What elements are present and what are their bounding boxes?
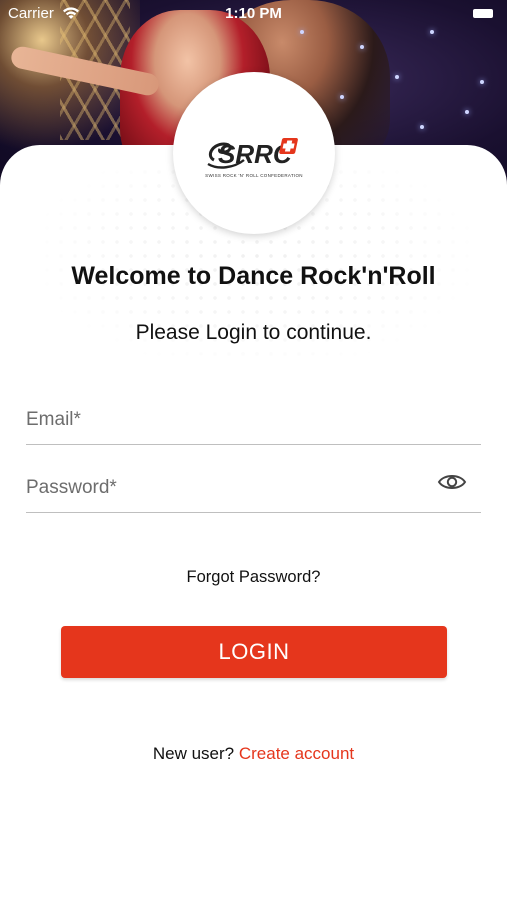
app-logo: SRRC SWISS ROCK 'N' ROLL CONFEDERATION [173,72,335,234]
stage-light-dot [395,75,399,79]
stage-light-dot [360,45,364,49]
eye-icon[interactable] [437,471,467,493]
password-field-container [26,468,481,513]
stage-light-dot [480,80,484,84]
email-field[interactable] [26,400,426,440]
status-bar: Carrier 1:10 PM [0,0,507,28]
stage-light-dot [300,30,304,34]
create-account-link[interactable]: Create account [239,744,354,763]
forgot-password-link[interactable]: Forgot Password? [0,568,507,587]
password-field[interactable] [26,468,426,508]
login-button[interactable]: LOGIN [61,626,447,678]
stage-light-dot [420,125,424,129]
battery-icon [473,9,493,18]
new-user-label: New user? [152,744,235,763]
stage-light-dot [430,30,434,34]
email-field-container [26,400,481,445]
clock: 1:10 PM [225,5,282,22]
welcome-title: Welcome to Dance Rock'n'Roll [71,262,436,290]
srrc-logo-mark: SRRC [207,138,298,169]
login-subtitle: Please Login to continue. [135,321,372,344]
stage-light-dot [465,110,469,114]
stage-light-dot [340,95,344,99]
logo-caption: SWISS ROCK 'N' ROLL CONFEDERATION [205,173,303,178]
signup-prompt: New user? Create account [0,744,507,764]
